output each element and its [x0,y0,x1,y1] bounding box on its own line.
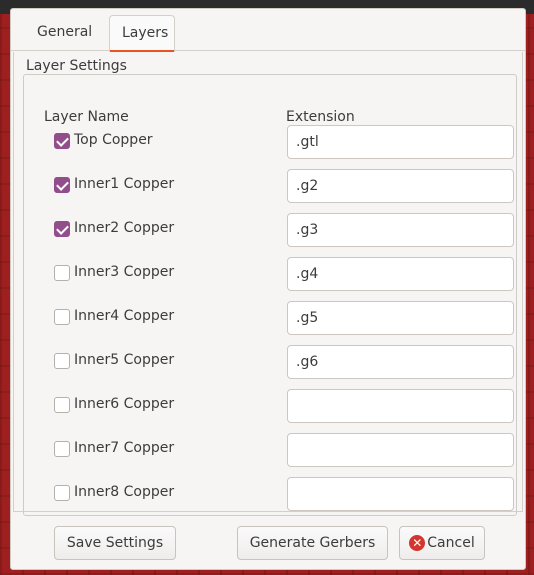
extension-input[interactable] [287,477,514,511]
layer-row: Inner5 Copper [24,345,514,379]
extension-input[interactable] [287,125,514,159]
layer-row: Inner4 Copper [24,301,514,335]
save-settings-button[interactable]: Save Settings [54,526,176,560]
extension-input[interactable] [287,301,514,335]
layer-checkbox[interactable] [54,177,70,193]
layer-row: Inner6 Copper [24,389,514,423]
layer-row: Top Copper [24,125,514,159]
layer-row: Inner1 Copper [24,169,514,203]
generate-gerbers-button[interactable]: Generate Gerbers [237,526,388,560]
layers-panel: Layer Name Extension Top Copper Inner1 Co… [13,52,523,516]
layer-name-label[interactable]: Inner8 Copper [74,484,174,500]
extension-input[interactable] [287,169,514,203]
layer-name-label[interactable]: Inner3 Copper [74,264,174,280]
layer-checkbox[interactable] [54,441,70,457]
layer-name-label[interactable]: Inner5 Copper [74,352,174,368]
group-title: Layer Settings [24,58,129,74]
tab-general[interactable]: General [25,15,104,51]
layer-checkbox[interactable] [54,353,70,369]
tab-bar: General Layers [11,9,525,52]
layer-settings-group: Layer Name Extension Top Copper Inner1 Co… [23,74,517,516]
layer-name-label[interactable]: Inner4 Copper [74,308,174,324]
layer-checkbox[interactable] [54,397,70,413]
extension-input[interactable] [287,345,514,379]
layer-name-label[interactable]: Inner7 Copper [74,440,174,456]
layer-row: Inner8 Copper [24,477,514,511]
column-header-extension: Extension [286,109,355,125]
layer-name-label[interactable]: Inner6 Copper [74,396,174,412]
cancel-button[interactable]: ✕ Cancel [399,526,485,560]
layer-checkbox[interactable] [54,221,70,237]
cancel-circle-icon: ✕ [409,535,426,551]
layer-checkbox[interactable] [54,133,70,149]
layer-checkbox[interactable] [54,485,70,501]
layer-checkbox[interactable] [54,309,70,325]
cancel-label: Cancel [427,535,475,551]
layer-name-label[interactable]: Top Copper [74,132,153,148]
gerber-export-dialog: General Layers Layer Name Extension Top … [10,8,526,570]
extension-input[interactable] [287,213,514,247]
layer-name-label[interactable]: Inner1 Copper [74,176,174,192]
layer-checkbox[interactable] [54,265,70,281]
layer-row: Inner7 Copper [24,433,514,467]
layer-name-label[interactable]: Inner2 Copper [74,220,174,236]
save-settings-label: Save Settings [66,535,164,551]
layer-row: Inner2 Copper [24,213,514,247]
extension-input[interactable] [287,257,514,291]
column-header-layer-name: Layer Name [44,109,129,125]
extension-input[interactable] [287,433,514,467]
extension-input[interactable] [287,389,514,423]
tab-layers[interactable]: Layers [109,15,175,52]
layer-row: Inner3 Copper [24,257,514,291]
generate-gerbers-label: Generate Gerbers [249,535,376,551]
